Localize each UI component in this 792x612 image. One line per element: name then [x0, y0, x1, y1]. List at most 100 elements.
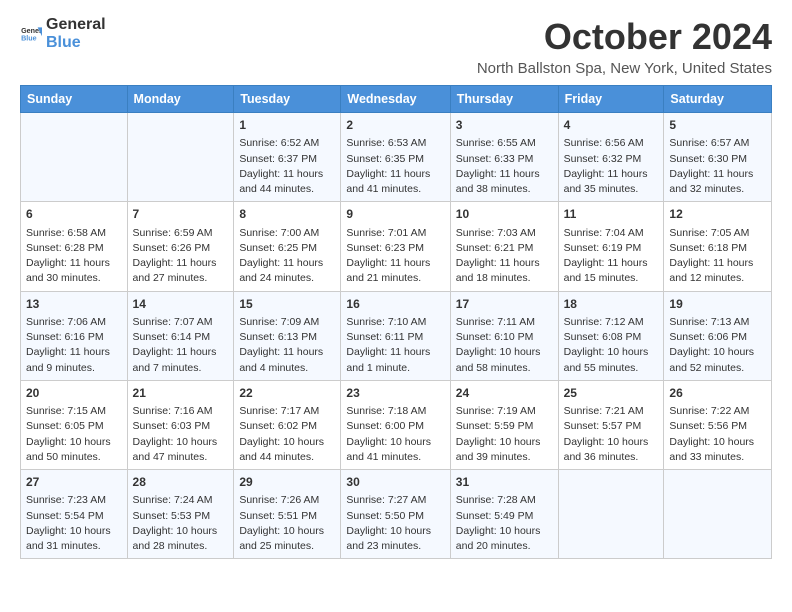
- table-row: 29Sunrise: 7:26 AMSunset: 5:51 PMDayligh…: [234, 470, 341, 559]
- sunset-text: Sunset: 6:11 PM: [346, 330, 444, 345]
- sunset-text: Sunset: 5:51 PM: [239, 509, 335, 524]
- table-row: [558, 470, 664, 559]
- table-row: 10Sunrise: 7:03 AMSunset: 6:21 PMDayligh…: [450, 202, 558, 291]
- day-info: Sunrise: 6:56 AMSunset: 6:32 PMDaylight:…: [564, 136, 659, 197]
- day-number: 4: [564, 117, 659, 134]
- sunrise-text: Sunrise: 6:59 AM: [133, 226, 229, 241]
- day-info: Sunrise: 7:06 AMSunset: 6:16 PMDaylight:…: [26, 315, 122, 376]
- day-info: Sunrise: 7:03 AMSunset: 6:21 PMDaylight:…: [456, 226, 553, 287]
- table-row: 5Sunrise: 6:57 AMSunset: 6:30 PMDaylight…: [664, 113, 772, 202]
- day-info: Sunrise: 6:57 AMSunset: 6:30 PMDaylight:…: [669, 136, 766, 197]
- table-row: [127, 113, 234, 202]
- table-row: 26Sunrise: 7:22 AMSunset: 5:56 PMDayligh…: [664, 380, 772, 469]
- sunset-text: Sunset: 6:28 PM: [26, 241, 122, 256]
- sunrise-text: Sunrise: 7:26 AM: [239, 493, 335, 508]
- sunset-text: Sunset: 6:26 PM: [133, 241, 229, 256]
- table-row: [664, 470, 772, 559]
- sunrise-text: Sunrise: 7:09 AM: [239, 315, 335, 330]
- daylight-text: Daylight: 11 hours and 30 minutes.: [26, 256, 122, 286]
- daylight-text: Daylight: 11 hours and 41 minutes.: [346, 167, 444, 197]
- table-row: 8Sunrise: 7:00 AMSunset: 6:25 PMDaylight…: [234, 202, 341, 291]
- table-row: 9 Sunrise: 7:01 AMSunset: 6:23 PMDaylight…: [341, 202, 450, 291]
- daylight-text: Daylight: 10 hours and 47 minutes.: [133, 435, 229, 465]
- sunrise-text: Sunrise: 6:52 AM: [239, 136, 335, 151]
- sunset-text: Sunset: 6:18 PM: [669, 241, 766, 256]
- table-row: 17Sunrise: 7:11 AMSunset: 6:10 PMDayligh…: [450, 291, 558, 380]
- daylight-text: Daylight: 10 hours and 44 minutes.: [239, 435, 335, 465]
- table-row: [21, 113, 128, 202]
- daylight-text: Daylight: 11 hours and 35 minutes.: [564, 167, 659, 197]
- day-info: Sunrise: 7:12 AMSunset: 6:08 PMDaylight:…: [564, 315, 659, 376]
- table-row: 1Sunrise: 6:52 AMSunset: 6:37 PMDaylight…: [234, 113, 341, 202]
- table-row: 22Sunrise: 7:17 AMSunset: 6:02 PMDayligh…: [234, 380, 341, 469]
- day-number: 29: [239, 474, 335, 491]
- day-number: 26: [669, 385, 766, 402]
- daylight-text: Daylight: 11 hours and 4 minutes.: [239, 345, 335, 375]
- sunset-text: Sunset: 5:57 PM: [564, 419, 659, 434]
- day-number: 25: [564, 385, 659, 402]
- day-number: 20: [26, 385, 122, 402]
- week-row-4: 20Sunrise: 7:15 AMSunset: 6:05 PMDayligh…: [21, 380, 772, 469]
- day-info: Sunrise: 7:09 AMSunset: 6:13 PMDaylight:…: [239, 315, 335, 376]
- daylight-text: Daylight: 10 hours and 39 minutes.: [456, 435, 553, 465]
- sunset-text: Sunset: 6:30 PM: [669, 152, 766, 167]
- sunrise-text: Sunrise: 6:55 AM: [456, 136, 553, 151]
- day-info: Sunrise: 7:01 AMSunset: 6:23 PMDaylight:…: [346, 226, 444, 287]
- daylight-text: Daylight: 10 hours and 28 minutes.: [133, 524, 229, 554]
- sunrise-text: Sunrise: 7:11 AM: [456, 315, 553, 330]
- table-row: 31Sunrise: 7:28 AMSunset: 5:49 PMDayligh…: [450, 470, 558, 559]
- day-info: Sunrise: 6:55 AMSunset: 6:33 PMDaylight:…: [456, 136, 553, 197]
- table-row: 27Sunrise: 7:23 AMSunset: 5:54 PMDayligh…: [21, 470, 128, 559]
- logo-general-text: General: [46, 16, 106, 34]
- sunset-text: Sunset: 6:32 PM: [564, 152, 659, 167]
- sunset-text: Sunset: 6:37 PM: [239, 152, 335, 167]
- day-info: Sunrise: 6:53 AMSunset: 6:35 PMDaylight:…: [346, 136, 444, 197]
- sunrise-text: Sunrise: 6:57 AM: [669, 136, 766, 151]
- day-number: 13: [26, 296, 122, 313]
- day-number: 9: [346, 206, 444, 223]
- daylight-text: Daylight: 11 hours and 21 minutes.: [346, 256, 444, 286]
- table-row: 4 Sunrise: 6:56 AMSunset: 6:32 PMDaylight…: [558, 113, 664, 202]
- day-info: Sunrise: 7:17 AMSunset: 6:02 PMDaylight:…: [239, 404, 335, 465]
- day-info: Sunrise: 7:04 AMSunset: 6:19 PMDaylight:…: [564, 226, 659, 287]
- header-thursday: Thursday: [450, 86, 558, 113]
- daylight-text: Daylight: 11 hours and 32 minutes.: [669, 167, 766, 197]
- sunrise-text: Sunrise: 7:22 AM: [669, 404, 766, 419]
- table-row: 24Sunrise: 7:19 AMSunset: 5:59 PMDayligh…: [450, 380, 558, 469]
- day-info: Sunrise: 7:21 AMSunset: 5:57 PMDaylight:…: [564, 404, 659, 465]
- table-row: 21Sunrise: 7:16 AMSunset: 6:03 PMDayligh…: [127, 380, 234, 469]
- sunrise-text: Sunrise: 7:18 AM: [346, 404, 444, 419]
- sunset-text: Sunset: 6:13 PM: [239, 330, 335, 345]
- daylight-text: Daylight: 11 hours and 18 minutes.: [456, 256, 553, 286]
- sunset-text: Sunset: 6:06 PM: [669, 330, 766, 345]
- logo: General Blue General Blue: [20, 16, 106, 51]
- header-sunday: Sunday: [21, 86, 128, 113]
- daylight-text: Daylight: 11 hours and 44 minutes.: [239, 167, 335, 197]
- daylight-text: Daylight: 11 hours and 15 minutes.: [564, 256, 659, 286]
- day-info: Sunrise: 6:58 AMSunset: 6:28 PMDaylight:…: [26, 226, 122, 287]
- sunset-text: Sunset: 6:00 PM: [346, 419, 444, 434]
- daylight-text: Daylight: 10 hours and 52 minutes.: [669, 345, 766, 375]
- sunset-text: Sunset: 6:23 PM: [346, 241, 444, 256]
- table-row: 13 Sunrise: 7:06 AMSunset: 6:16 PMDayligh…: [21, 291, 128, 380]
- title-area: October 2024 North Ballston Spa, New Yor…: [477, 16, 772, 77]
- table-row: 7Sunrise: 6:59 AMSunset: 6:26 PMDaylight…: [127, 202, 234, 291]
- day-number: 31: [456, 474, 553, 491]
- sunset-text: Sunset: 5:56 PM: [669, 419, 766, 434]
- sunset-text: Sunset: 6:25 PM: [239, 241, 335, 256]
- sunset-text: Sunset: 6:02 PM: [239, 419, 335, 434]
- header-wednesday: Wednesday: [341, 86, 450, 113]
- day-number: 18: [564, 296, 659, 313]
- header-monday: Monday: [127, 86, 234, 113]
- sunrise-text: Sunrise: 7:05 AM: [669, 226, 766, 241]
- sunrise-text: Sunrise: 7:01 AM: [346, 226, 444, 241]
- table-row: 3 Sunrise: 6:55 AMSunset: 6:33 PMDaylight…: [450, 113, 558, 202]
- sunset-text: Sunset: 6:08 PM: [564, 330, 659, 345]
- table-row: 12Sunrise: 7:05 AMSunset: 6:18 PMDayligh…: [664, 202, 772, 291]
- sunset-text: Sunset: 6:14 PM: [133, 330, 229, 345]
- day-info: Sunrise: 7:11 AMSunset: 6:10 PMDaylight:…: [456, 315, 553, 376]
- day-number: 3: [456, 117, 553, 134]
- sunrise-text: Sunrise: 7:24 AM: [133, 493, 229, 508]
- daylight-text: Daylight: 10 hours and 55 minutes.: [564, 345, 659, 375]
- calendar-table: Sunday Monday Tuesday Wednesday Thursday…: [20, 85, 772, 559]
